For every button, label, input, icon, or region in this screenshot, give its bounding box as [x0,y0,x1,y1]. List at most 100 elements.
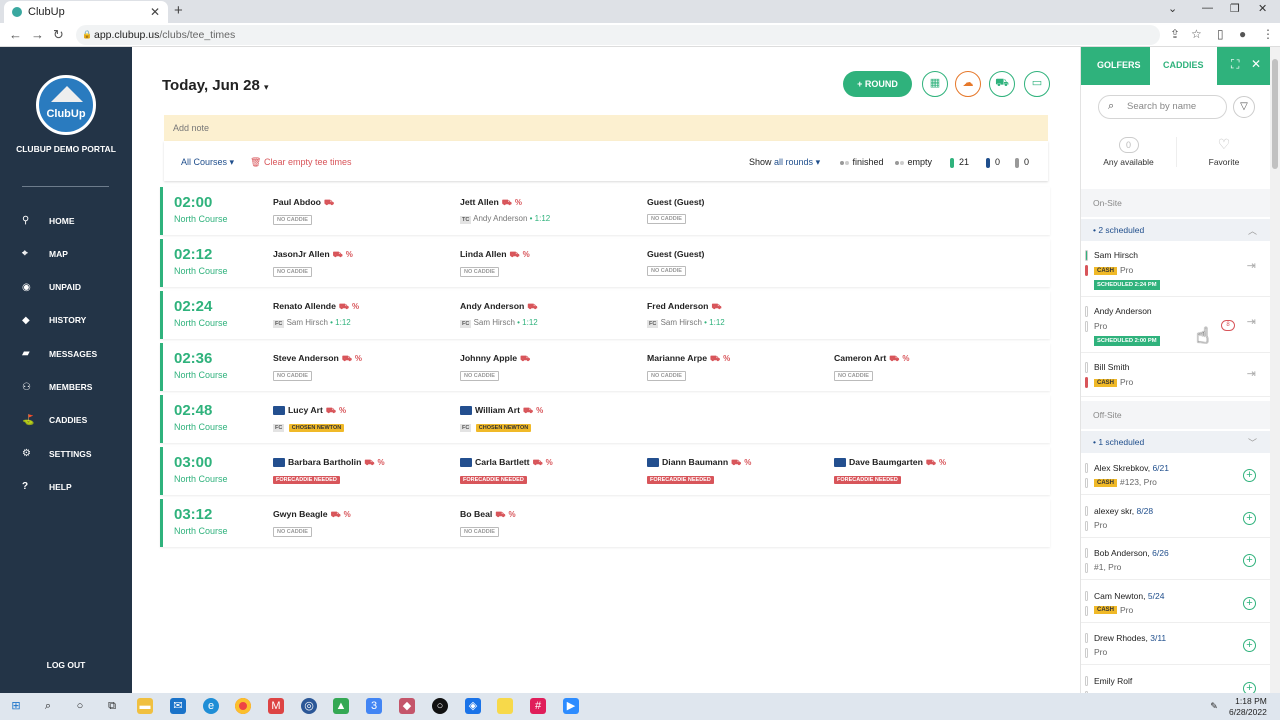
sidebar-item-settings[interactable]: ⚙ SETTINGS [22,448,92,459]
clear-empty-button[interactable]: 🗑 Clear empty tee times [250,157,351,168]
date-selector[interactable]: Today, Jun 28 ▾ [162,77,269,94]
player-slot[interactable]: Dave Baumgarten ⛟% FORECADDIE NEEDED [834,457,1014,486]
caddie-item[interactable]: Alex Skrebkov, 6/21 CASH #123, Pro + [1081,453,1271,495]
player-name[interactable]: Cameron Art [834,353,886,363]
caddie-item[interactable]: Bob Anderson, 6/26 #1, Pro + [1081,538,1271,580]
back-icon[interactable]: ← [9,27,22,42]
caddie-status-tag[interactable]: FORECADDIE NEEDED [460,476,527,484]
sidebar-item-unpaid[interactable]: ◉ UNPAID [22,282,81,293]
caddie-status-tag[interactable]: NO CADDIE [273,527,312,537]
caddie-status-tag[interactable]: NO CADDIE [647,266,686,276]
tee-time-row[interactable]: 03:00 North Course Barbara Bartholin ⛟% FORE… [160,447,1050,495]
tee-time-row[interactable]: 03:12 North Course Gwyn Beagle ⛟% NO CADDIE B… [160,499,1050,547]
player-slot[interactable]: Barbara Bartholin ⛟% FORECADDIE NEEDED [273,457,453,486]
sidebar-toggle-icon[interactable]: ▯ [1217,27,1224,41]
player-slot[interactable]: Diann Baumann ⛟% FORECADDIE NEEDED [647,457,827,486]
any-available-option[interactable]: 0 Any available [1081,137,1176,167]
player-slot[interactable]: Carla Bartlett ⛟% FORECADDIE NEEDED [460,457,640,486]
player-slot[interactable]: Jett Allen ⛟% TC Andy Anderson • 1:12 [460,197,640,224]
caddie-item[interactable]: Drew Rhodes, 3/11 Pro + [1081,623,1271,665]
close-tab-icon[interactable]: ✕ [150,5,160,19]
player-slot[interactable]: William Art ⛟% FC CHOSEN NEWTON [460,405,640,434]
player-name[interactable]: Linda Allen [460,249,507,259]
caddie-status-tag[interactable]: FORECADDIE NEEDED [834,476,901,484]
caddie-item[interactable]: Sam Hirsch CASH Pro SCHEDULED 2:24 PM ⇥ [1081,241,1271,297]
google-drive-icon[interactable]: ▲ [333,698,349,714]
caddie-status-tag[interactable]: NO CADDIE [834,371,873,381]
sidebar-item-home[interactable]: ⚲ HOME [22,215,75,226]
tee-time-row[interactable]: 02:12 North Course JasonJr Allen ⛟% NO CADDI… [160,239,1050,287]
player-slot[interactable]: JasonJr Allen ⛟% NO CADDIE [273,249,453,278]
caddie-assignment[interactable]: FC Sam Hirsch • 1:12 [647,316,827,328]
offsite-scheduled-toggle[interactable]: • 1 scheduled ﹀ [1081,431,1271,453]
add-note-bar[interactable]: Add note [164,115,1048,141]
profile-icon[interactable]: ● [1239,27,1246,41]
tab-golfers[interactable]: GOLFERS [1097,60,1141,70]
calendar-icon[interactable]: 3 [366,698,382,714]
add-caddie-icon[interactable]: + [1243,469,1256,482]
zoom-icon[interactable]: ▶ [563,698,579,714]
player-name[interactable]: Dave Baumgarten [849,457,923,467]
player-name[interactable]: Marianne Arpe [647,353,707,363]
search-icon[interactable]: ⌕ [40,698,56,714]
caddie-item[interactable]: Cam Newton, 5/24 CASH Pro + [1081,581,1271,623]
gmail-icon[interactable]: M [268,698,284,714]
menu-kebab-icon[interactable]: ⋮ [1262,27,1274,41]
add-round-button[interactable]: + ROUND [843,71,912,97]
favorite-option[interactable]: ♡ Favorite [1176,137,1271,167]
caddie-status-tag[interactable]: NO CADDIE [647,214,686,224]
player-name[interactable]: Fred Anderson [647,301,708,311]
cart-icon[interactable]: ⛟ [989,71,1015,97]
player-name[interactable]: William Art [475,405,520,415]
cortana-icon[interactable]: ○ [72,698,88,714]
player-slot[interactable]: Johnny Apple ⛟ NO CADDIE [460,353,640,382]
tab-caddies[interactable]: CADDIES [1150,47,1217,85]
minimize-icon[interactable]: — [1202,2,1213,14]
close-window-icon[interactable]: ✕ [1258,2,1267,15]
caddie-status-tag[interactable]: NO CADDIE [647,371,686,381]
player-slot[interactable]: Fred Anderson ⛟ FC Sam Hirsch • 1:12 [647,301,827,328]
caddie-status-tag[interactable]: CHOSEN NEWTON [288,424,345,432]
obs-icon[interactable]: ○ [432,698,448,714]
pen-icon[interactable]: ✎ [1206,698,1222,714]
sidebar-item-messages[interactable]: ▰ MESSAGES [22,348,97,359]
player-slot[interactable]: Renato Allende ⛟% FC Sam Hirsch • 1:12 [273,301,453,328]
share-icon[interactable]: ⇪ [1170,27,1180,41]
player-name[interactable]: Guest (Guest) [647,197,704,207]
check-out-icon[interactable]: ⇥ [1247,315,1256,328]
caddie-item[interactable]: Andy Anderson Pro SCHEDULED 2:00 PM 8 ⇥ [1081,297,1271,353]
tee-time-row[interactable]: 02:24 North Course Renato Allende ⛟% FC Sam … [160,291,1050,339]
player-name[interactable]: Bo Beal [460,509,492,519]
forward-icon[interactable]: → [31,27,44,42]
restore-icon[interactable]: ❐ [1230,2,1240,15]
caddie-status-tag[interactable]: NO CADDIE [460,267,499,277]
player-name[interactable]: Guest (Guest) [647,249,704,259]
caddie-status-tag[interactable]: NO CADDIE [460,371,499,381]
tee-time-row[interactable]: 02:36 North Course Steve Anderson ⛟% NO CADD… [160,343,1050,391]
caddie-status-tag[interactable]: FORECADDIE NEEDED [273,476,340,484]
player-name[interactable]: Steve Anderson [273,353,339,363]
sidebar-item-history[interactable]: ◆ HISTORY [22,315,86,326]
player-name[interactable]: Andy Anderson [460,301,524,311]
caddie-status-tag[interactable]: NO CADDIE [273,215,312,225]
chrome-icon[interactable] [235,698,251,714]
mail-icon[interactable]: ✉ [170,698,186,714]
add-caddie-icon[interactable]: + [1243,554,1256,567]
tee-time-row[interactable]: 02:48 North Course Lucy Art ⛟% FC CHOSEN NEW… [160,395,1050,443]
player-name[interactable]: Lucy Art [288,405,323,415]
sidebar-item-caddies[interactable]: ⛳ CADDIES [22,415,87,426]
new-tab-icon[interactable]: + [174,2,183,19]
onsite-scheduled-toggle[interactable]: • 2 scheduled ︿ [1081,219,1271,241]
system-clock[interactable]: 1:18 PM 6/28/2022 [1229,696,1267,718]
player-name[interactable]: Diann Baumann [662,457,728,467]
check-out-icon[interactable]: ⇥ [1247,259,1256,272]
search-input[interactable]: ⌕ Search by name [1098,95,1227,119]
caddie-item[interactable]: alexey skr, 8/28 Pro + [1081,496,1271,538]
browser-tab[interactable]: ClubUp ✕ [4,1,168,23]
caddie-status-tag[interactable]: NO CADDIE [460,527,499,537]
app-icon[interactable]: ◎ [301,698,317,714]
sticky-notes-icon[interactable] [497,698,513,714]
sidebar-item-map[interactable]: ⌖ MAP [22,248,68,259]
player-slot[interactable]: Gwyn Beagle ⛟% NO CADDIE [273,509,453,538]
check-out-icon[interactable]: ⇥ [1247,367,1256,380]
